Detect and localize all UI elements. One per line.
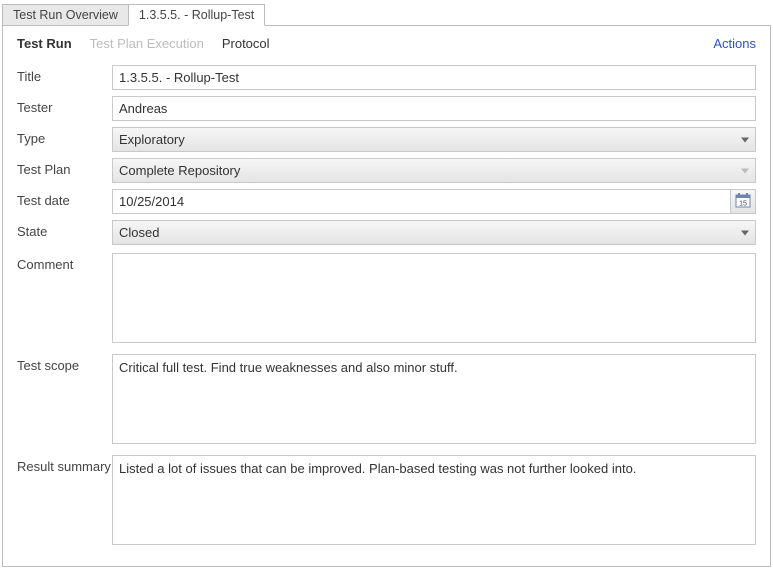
window-tabstrip: Test Run Overview 1.3.5.5. - Rollup-Test <box>2 2 773 26</box>
panel-subtabs: Test Run Test Plan Execution Protocol Ac… <box>17 26 756 59</box>
actions-link[interactable]: Actions <box>713 36 756 51</box>
test-plan-select[interactable]: Complete Repository <box>112 158 756 183</box>
label-comment: Comment <box>17 253 112 272</box>
label-state: State <box>17 220 112 239</box>
subtab-test-run[interactable]: Test Run <box>17 36 72 51</box>
title-input[interactable] <box>112 65 756 90</box>
tab-current-test-run[interactable]: 1.3.5.5. - Rollup-Test <box>128 4 265 26</box>
comment-textarea[interactable] <box>112 253 756 343</box>
calendar-icon: 15 <box>735 193 751 211</box>
calendar-button[interactable]: 15 <box>730 189 756 214</box>
test-date-input[interactable] <box>112 189 730 214</box>
label-test-plan: Test Plan <box>17 158 112 177</box>
svg-text:15: 15 <box>739 200 747 207</box>
subtab-protocol[interactable]: Protocol <box>222 36 270 51</box>
subtab-test-plan-execution: Test Plan Execution <box>90 36 204 51</box>
label-test-scope: Test scope <box>17 354 112 373</box>
tab-test-run-overview[interactable]: Test Run Overview <box>2 4 129 26</box>
label-result-summary: Result summary <box>17 455 112 474</box>
state-select[interactable]: Closed <box>112 220 756 245</box>
type-select[interactable]: Exploratory <box>112 127 756 152</box>
test-run-panel: Test Run Test Plan Execution Protocol Ac… <box>2 25 771 567</box>
label-test-date: Test date <box>17 189 112 208</box>
label-title: Title <box>17 65 112 84</box>
label-tester: Tester <box>17 96 112 115</box>
tester-input[interactable] <box>112 96 756 121</box>
result-summary-textarea[interactable]: Listed a lot of issues that can be impro… <box>112 455 756 545</box>
test-scope-textarea[interactable]: Critical full test. Find true weaknesses… <box>112 354 756 444</box>
label-type: Type <box>17 127 112 146</box>
